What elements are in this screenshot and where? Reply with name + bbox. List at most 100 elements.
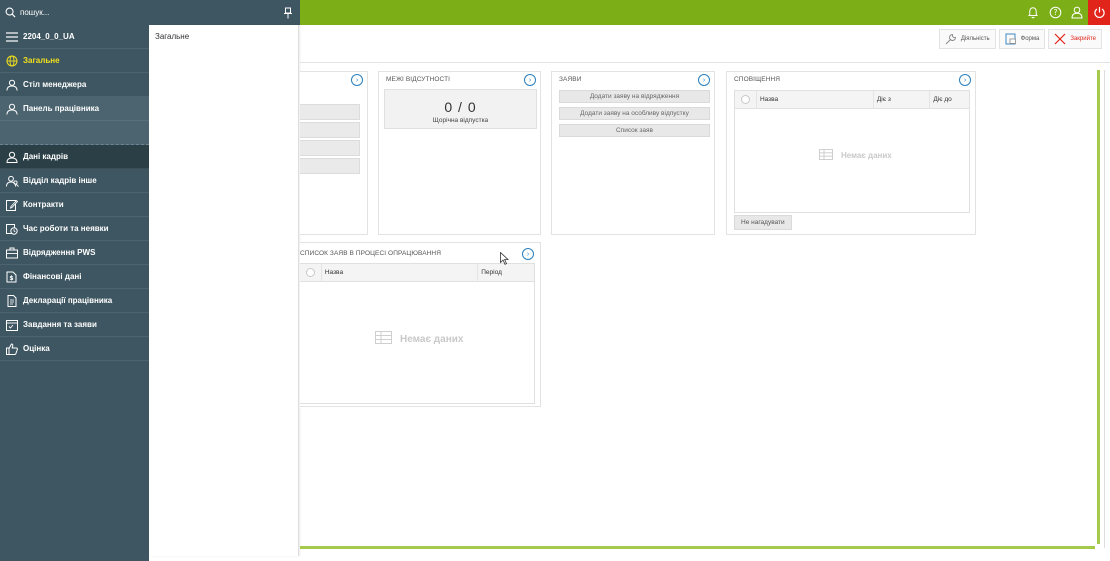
activity-button[interactable]: Діяльність	[938, 29, 996, 49]
sidebar-item-label: Завдання та заяви	[23, 320, 97, 329]
person-icon	[4, 101, 20, 117]
sidebar-item-declarations[interactable]: Декларації працівника	[0, 289, 149, 313]
do-not-remind-button[interactable]: Не нагадувати	[734, 215, 792, 230]
content-frame-right	[1097, 70, 1100, 544]
pin-icon[interactable]	[276, 0, 300, 25]
sidebar-item-manager-desk[interactable]: Стіл менеджера	[0, 73, 149, 97]
pending-requests-table: Назва Період Немає даних	[300, 263, 535, 404]
sidebar-spacer	[0, 121, 149, 145]
arrow-right-icon[interactable]: ›	[522, 248, 534, 260]
people-icon	[4, 173, 20, 189]
sidebar-item-label: Відрядження PWS	[23, 248, 96, 257]
main-header: Діяльність Форма Закрийте	[300, 25, 1110, 63]
edit-icon	[4, 197, 20, 213]
document-icon	[4, 293, 20, 309]
close-icon	[1054, 33, 1066, 45]
absence-limits-widget: МЕЖІ ВІДСУТНОСТІ › 0 / 0 Щорічна відпуст…	[378, 71, 541, 235]
person-icon	[4, 77, 20, 93]
column-header[interactable]: Назва	[755, 90, 873, 109]
wrench-icon	[945, 33, 957, 45]
header-toolbar: Діяльність Форма Закрийте	[938, 29, 1102, 49]
sidebar-item-hr-data[interactable]: Дані кадрів	[0, 145, 149, 169]
svg-text:$: $	[9, 275, 13, 282]
select-all-checkbox[interactable]	[741, 95, 750, 104]
activity-button-label: Діяльність	[960, 36, 990, 42]
notifications-table: Назва Діє з Діє до Немає даних	[734, 90, 970, 213]
person-icon	[4, 149, 20, 165]
table-header: Назва Період	[300, 263, 534, 282]
search-input[interactable]: пошук...	[20, 8, 276, 17]
power-icon[interactable]	[1088, 0, 1110, 25]
sidebar-item-label: Загальне	[23, 56, 60, 65]
sidebar-item-general[interactable]: Загальне	[0, 49, 149, 73]
search-area: пошук...	[0, 0, 300, 25]
arrow-right-icon[interactable]: ›	[959, 74, 971, 86]
bell-icon[interactable]	[1022, 0, 1044, 25]
calendar-icon	[4, 317, 20, 333]
widget-hidden-bar[interactable]	[300, 122, 360, 138]
svg-text:?: ?	[1053, 8, 1057, 17]
column-header[interactable]: Діє до	[929, 90, 969, 109]
widget-hidden-bar[interactable]	[300, 104, 360, 120]
select-all-checkbox[interactable]	[306, 268, 315, 277]
sidebar-item-contracts[interactable]: Контракти	[0, 193, 149, 217]
request-list-button[interactable]: Список заяв	[559, 124, 710, 137]
widget-hidden: ›	[300, 71, 368, 235]
absence-limit-value: 0 / 0	[444, 99, 477, 115]
widget-hidden-bar[interactable]	[300, 140, 360, 156]
user-icon[interactable]	[1066, 0, 1088, 25]
arrow-right-icon[interactable]: ›	[351, 74, 363, 86]
sidebar-item-business-trips[interactable]: Відрядження PWS	[0, 241, 149, 265]
close-button[interactable]: Закрийте	[1048, 29, 1102, 49]
widget-hidden-bar[interactable]	[300, 158, 360, 174]
table-icon	[819, 149, 833, 162]
sidebar-item-label: Стіл менеджера	[23, 80, 87, 89]
top-right-icons: ?	[1022, 0, 1110, 25]
sidebar-item-label: Відділ кадрів інше	[23, 176, 97, 185]
sidebar-item-label: Контракти	[23, 200, 64, 209]
menu-icon	[4, 29, 20, 45]
arrow-right-icon[interactable]: ›	[524, 74, 536, 86]
form-button[interactable]: Форма	[998, 29, 1046, 49]
help-icon[interactable]: ?	[1044, 0, 1066, 25]
sidebar-item-label: Панель працівника	[23, 104, 100, 113]
column-header[interactable]: Назва	[320, 263, 477, 282]
table-header: Назва Діє з Діє до	[735, 90, 969, 109]
submenu-item-general[interactable]: Загальне	[149, 25, 298, 41]
sidebar-item-tasks-requests[interactable]: Завдання та заяви	[0, 313, 149, 337]
clock-icon	[4, 221, 20, 237]
empty-state-text: Немає даних	[400, 333, 464, 345]
absence-limit-box[interactable]: 0 / 0 Щорічна відпустка	[384, 89, 537, 129]
column-header[interactable]: Діє з	[872, 90, 930, 109]
search-icon[interactable]	[0, 0, 20, 25]
sidebar-item-system[interactable]: 2204_0_0_UA	[0, 25, 149, 49]
add-trip-request-button[interactable]: Додати заяву на відрядження	[559, 90, 710, 103]
widget-title: СПИСОК ЗАЯВ В ПРОЦЕСІ ОПРАЦЮВАННЯ	[300, 250, 442, 257]
sidebar-item-hr-other[interactable]: Відділ кадрів інше	[0, 169, 149, 193]
form-button-label: Форма	[1020, 36, 1040, 42]
notifications-widget: СПОВІЩЕННЯ › Назва Діє з Діє до Немає да…	[726, 71, 976, 235]
arrow-right-icon[interactable]: ›	[698, 74, 710, 86]
mouse-cursor-icon	[500, 251, 510, 267]
sidebar: 2204_0_0_UA Загальне Стіл менеджера Пане…	[0, 25, 149, 561]
sidebar-item-financial-data[interactable]: $ Фінансові дані	[0, 265, 149, 289]
sidebar-item-employee-panel[interactable]: Панель працівника	[0, 97, 149, 121]
sidebar-item-label: 2204_0_0_UA	[23, 32, 75, 41]
absence-limit-label: Щорічна відпустка	[432, 117, 489, 124]
widget-title: МЕЖІ ВІДСУТНОСТІ	[386, 76, 451, 83]
scrollbar-track[interactable]	[1104, 70, 1105, 548]
top-bar: пошук... ?	[0, 0, 1110, 25]
finance-icon: $	[4, 269, 20, 285]
briefcase-icon	[4, 245, 20, 261]
empty-state: Немає даних	[375, 331, 463, 347]
empty-state-text: Немає даних	[841, 151, 892, 160]
empty-state: Немає даних	[819, 149, 892, 162]
sidebar-item-work-time[interactable]: Час роботи та неявки	[0, 217, 149, 241]
add-special-leave-request-button[interactable]: Додати заяву на особливу відпустку	[559, 107, 710, 120]
sidebar-item-evaluation[interactable]: Оцінка	[0, 337, 149, 361]
thumbs-up-icon	[4, 341, 20, 357]
requests-widget: ЗАЯВИ › Додати заяву на відрядження Дода…	[551, 71, 715, 235]
sidebar-item-label: Декларації працівника	[23, 296, 113, 305]
sidebar-item-label: Оцінка	[23, 344, 50, 353]
sidebar-item-label: Дані кадрів	[23, 152, 68, 161]
